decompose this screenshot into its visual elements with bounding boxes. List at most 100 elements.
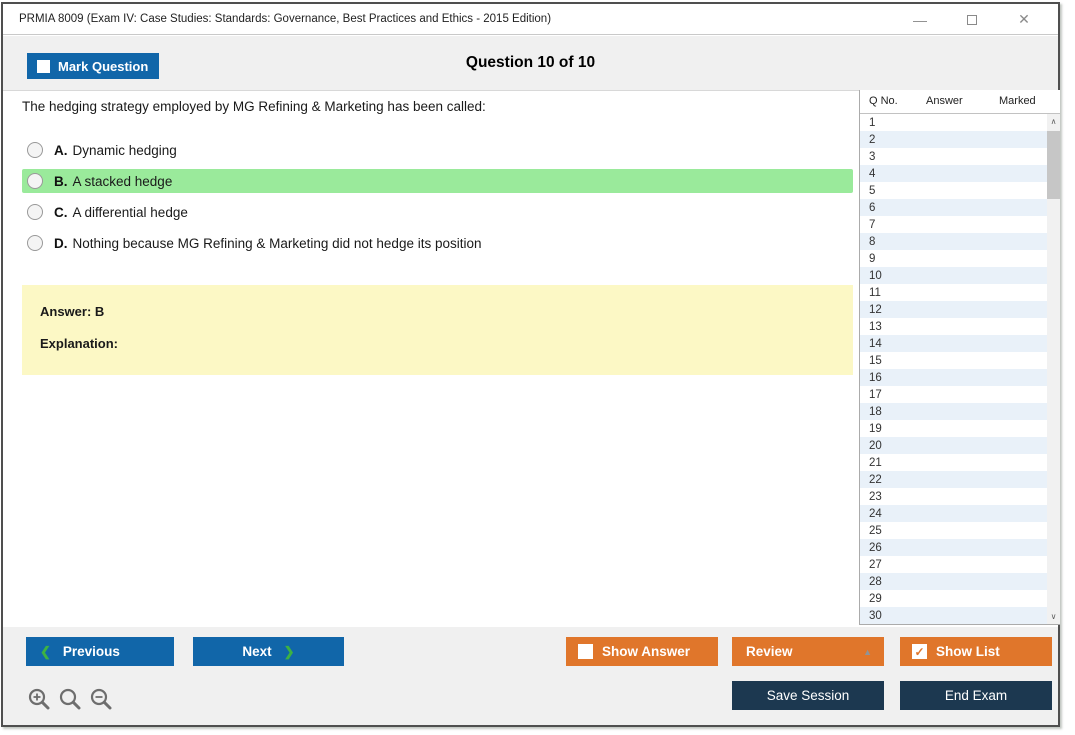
- radio-button[interactable]: [27, 173, 43, 189]
- show-list-checkbox-checked[interactable]: ✓: [912, 644, 927, 659]
- row-qno: 30: [869, 609, 882, 622]
- question-list-row[interactable]: 30: [860, 607, 1048, 624]
- zoom-reset-icon[interactable]: [58, 687, 82, 712]
- row-qno: 9: [869, 252, 876, 265]
- row-qno: 7: [869, 218, 876, 231]
- minimize-button[interactable]: —: [894, 4, 946, 35]
- maximize-button[interactable]: [946, 4, 998, 35]
- question-list-row[interactable]: 29: [860, 590, 1048, 607]
- row-qno: 24: [869, 507, 882, 520]
- question-list-header: Q No. Answer Marked: [860, 90, 1060, 114]
- question-list-row[interactable]: 11: [860, 284, 1048, 301]
- row-qno: 4: [869, 167, 876, 180]
- row-qno: 29: [869, 592, 882, 605]
- question-list-row[interactable]: 18: [860, 403, 1048, 420]
- question-list-row[interactable]: 6: [860, 199, 1048, 216]
- row-qno: 26: [869, 541, 882, 554]
- maximize-icon: [967, 14, 977, 25]
- question-list-row[interactable]: 12: [860, 301, 1048, 318]
- answer-option-d[interactable]: D. Nothing because MG Refining & Marketi…: [22, 231, 853, 255]
- radio-button[interactable]: [27, 235, 43, 251]
- question-list-row[interactable]: 7: [860, 216, 1048, 233]
- answer-options: A. Dynamic hedging B. A stacked hedge C.…: [22, 138, 853, 262]
- question-list-row[interactable]: 23: [860, 488, 1048, 505]
- question-list-row[interactable]: 17: [860, 386, 1048, 403]
- question-list-row[interactable]: 10: [860, 267, 1048, 284]
- question-list-row[interactable]: 4: [860, 165, 1048, 182]
- question-list-row[interactable]: 24: [860, 505, 1048, 522]
- review-dropdown-button[interactable]: Review ▲: [732, 637, 884, 666]
- show-answer-checkbox[interactable]: [578, 644, 593, 659]
- question-list: 1 2 3 4 5 6 7 8 9 10 11 12 13 14 15 16 17 18 19 20 21 22 23 24 2…: [860, 114, 1060, 624]
- question-list-scrollbar[interactable]: ∧ ∨: [1047, 114, 1060, 624]
- answer-option-c[interactable]: C. A differential hedge: [22, 200, 853, 224]
- row-qno: 18: [869, 405, 882, 418]
- question-header-bar: Mark Question Question 10 of 10: [3, 36, 1058, 91]
- previous-button[interactable]: ❮ Previous: [26, 637, 174, 666]
- radio-button[interactable]: [27, 204, 43, 220]
- zoom-toolbar: [27, 687, 113, 712]
- answer-option-b-highlighted[interactable]: B. A stacked hedge: [22, 169, 853, 193]
- row-qno: 14: [869, 337, 882, 350]
- question-list-row[interactable]: 20: [860, 437, 1048, 454]
- exam-window: PRMIA 8009 (Exam IV: Case Studies: Stand…: [1, 2, 1060, 727]
- show-list-label: Show List: [936, 644, 1000, 659]
- row-qno: 28: [869, 575, 882, 588]
- question-list-row[interactable]: 25: [860, 522, 1048, 539]
- show-answer-button[interactable]: Show Answer: [566, 637, 718, 666]
- column-header-qno: Q No.: [869, 95, 898, 107]
- row-qno: 16: [869, 371, 882, 384]
- question-list-row[interactable]: 3: [860, 148, 1048, 165]
- show-list-button[interactable]: ✓ Show List: [900, 637, 1052, 666]
- next-label: Next: [242, 644, 272, 659]
- answer-explanation-box: Answer: B Explanation:: [22, 285, 853, 375]
- row-qno: 13: [869, 320, 882, 333]
- explanation-label: Explanation:: [40, 336, 119, 351]
- question-list-row[interactable]: 13: [860, 318, 1048, 335]
- question-list-row[interactable]: 26: [860, 539, 1048, 556]
- answer-option-a[interactable]: A. Dynamic hedging: [22, 138, 853, 162]
- scrollbar-thumb[interactable]: [1047, 131, 1060, 199]
- radio-button[interactable]: [27, 142, 43, 158]
- review-label: Review: [746, 644, 793, 659]
- close-button[interactable]: ✕: [998, 4, 1050, 35]
- end-exam-label: End Exam: [944, 688, 1008, 703]
- footer-toolbar: ❮ Previous Next ❯ Show Answer Review ▲ ✓…: [3, 627, 1058, 725]
- scroll-down-icon[interactable]: ∨: [1047, 609, 1060, 624]
- row-qno: 22: [869, 473, 882, 486]
- chevron-right-icon: ❯: [283, 643, 295, 659]
- column-header-marked: Marked: [999, 95, 1036, 107]
- question-list-row[interactable]: 15: [860, 352, 1048, 369]
- save-session-label: Save Session: [766, 688, 850, 703]
- row-qno: 20: [869, 439, 882, 452]
- question-list-row[interactable]: 2: [860, 131, 1048, 148]
- option-text: A stacked hedge: [72, 173, 173, 189]
- question-list-row[interactable]: 28: [860, 573, 1048, 590]
- window-controls: — ✕: [894, 4, 1050, 35]
- row-qno: 3: [869, 150, 876, 163]
- question-list-row[interactable]: 1: [860, 114, 1048, 131]
- question-list-row[interactable]: 9: [860, 250, 1048, 267]
- question-list-row[interactable]: 27: [860, 556, 1048, 573]
- question-list-row[interactable]: 8: [860, 233, 1048, 250]
- option-text: Nothing because MG Refining & Marketing …: [72, 235, 482, 251]
- question-list-row[interactable]: 14: [860, 335, 1048, 352]
- zoom-out-icon[interactable]: [89, 687, 113, 712]
- row-qno: 6: [869, 201, 876, 214]
- row-qno: 17: [869, 388, 882, 401]
- question-list-row[interactable]: 22: [860, 471, 1048, 488]
- question-list-row[interactable]: 19: [860, 420, 1048, 437]
- zoom-in-icon[interactable]: [27, 687, 51, 712]
- question-list-row[interactable]: 5: [860, 182, 1048, 199]
- question-list-row[interactable]: 16: [860, 369, 1048, 386]
- save-session-button[interactable]: Save Session: [732, 681, 884, 710]
- end-exam-button[interactable]: End Exam: [900, 681, 1052, 710]
- question-list-row[interactable]: 21: [860, 454, 1048, 471]
- row-qno: 19: [869, 422, 882, 435]
- row-qno: 11: [869, 286, 881, 299]
- scroll-up-icon[interactable]: ∧: [1047, 114, 1060, 129]
- chevron-up-icon: ▲: [863, 646, 872, 657]
- row-qno: 2: [869, 133, 876, 146]
- next-button[interactable]: Next ❯: [193, 637, 344, 666]
- column-header-answer: Answer: [926, 95, 963, 107]
